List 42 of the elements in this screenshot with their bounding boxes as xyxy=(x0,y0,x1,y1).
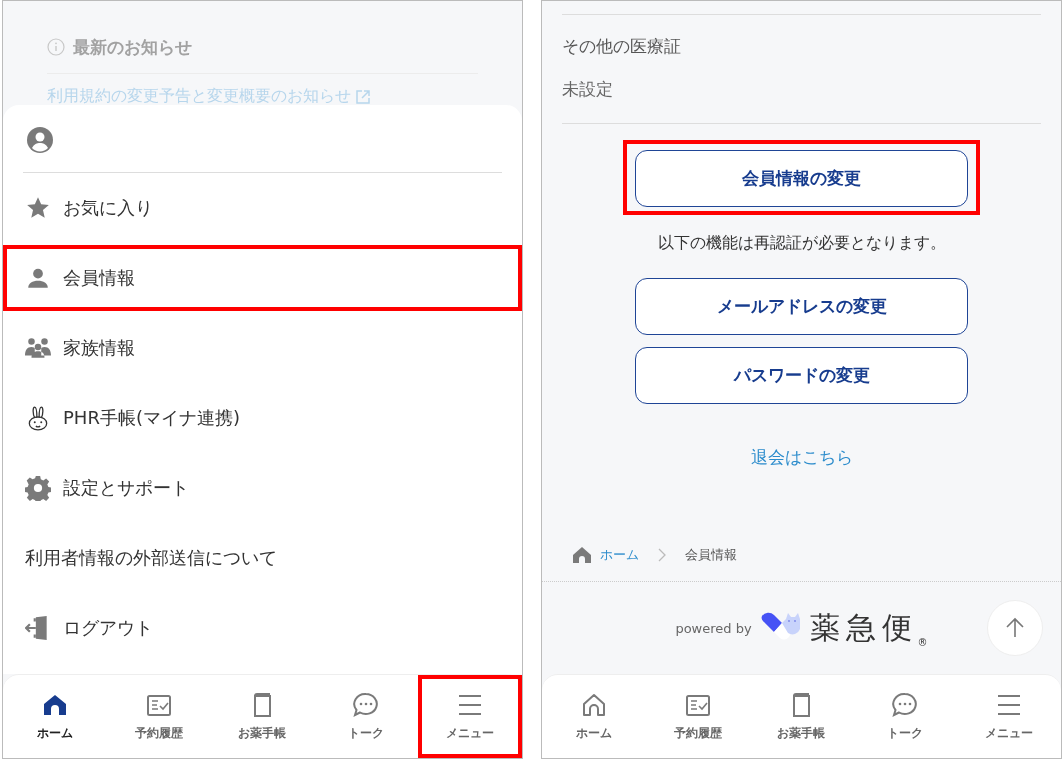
chat-icon xyxy=(352,691,381,719)
nav-tab[interactable]: 予約履歴 xyxy=(645,675,750,758)
menu-item[interactable]: 家族情報 xyxy=(3,313,522,383)
registered-mark: ® xyxy=(917,637,928,648)
people-icon xyxy=(25,335,51,361)
notice-title: 最新のお知らせ xyxy=(73,35,192,59)
breadcrumb-link[interactable]: ホーム xyxy=(600,546,639,564)
info-icon xyxy=(47,38,65,56)
change-button[interactable]: パスワードの変更 xyxy=(635,347,968,404)
nav-tab[interactable]: トーク xyxy=(853,675,958,758)
logo-wordmark: 薬急便 xyxy=(809,608,918,647)
withdraw-link[interactable]: 退会はこちら xyxy=(750,446,853,469)
menu-item[interactable]: 会員情報 xyxy=(3,243,522,313)
nav-tab[interactable]: お薬手帳 xyxy=(210,675,315,758)
menu-item[interactable]: お気に入り xyxy=(3,173,522,243)
chat-icon xyxy=(891,691,920,719)
menu-item[interactable]: 利用者情報の外部送信について xyxy=(3,523,522,593)
powered-by-text: powered by xyxy=(675,620,752,636)
settings-icon xyxy=(25,475,51,501)
nav-tab[interactable]: ホーム xyxy=(3,675,107,758)
change-button[interactable]: 会員情報の変更 xyxy=(635,150,968,207)
account-icon xyxy=(26,125,54,154)
menu-item[interactable]: ログアウト xyxy=(3,593,522,663)
nav-tab[interactable]: お薬手帳 xyxy=(749,675,854,758)
note-text: 以下の機能は再認証が必要となります。 xyxy=(656,233,947,254)
field-label: その他の医療証 xyxy=(562,35,682,58)
menu-item[interactable]: PHR手帳(マイナ連携) xyxy=(3,383,522,453)
arrow-up-icon xyxy=(1004,617,1026,639)
chevron-icon xyxy=(657,547,667,563)
menu-item[interactable]: 設定とサポート xyxy=(3,453,522,523)
star-icon xyxy=(25,195,51,221)
nav-tab[interactable]: メニュー xyxy=(957,675,1061,758)
home-icon xyxy=(572,545,592,565)
nav-tab[interactable]: トーク xyxy=(314,675,419,758)
change-button[interactable]: メールアドレスの変更 xyxy=(635,278,968,335)
external-link-icon xyxy=(355,88,371,105)
nav-tab[interactable]: 予約履歴 xyxy=(106,675,211,758)
nav-tab[interactable]: メニュー xyxy=(418,675,522,758)
nav-tab[interactable]: ホーム xyxy=(542,675,646,758)
scroll-top-button[interactable] xyxy=(987,600,1043,656)
field-value: 未設定 xyxy=(562,78,614,101)
breadcrumb-current: 会員情報 xyxy=(685,546,737,564)
